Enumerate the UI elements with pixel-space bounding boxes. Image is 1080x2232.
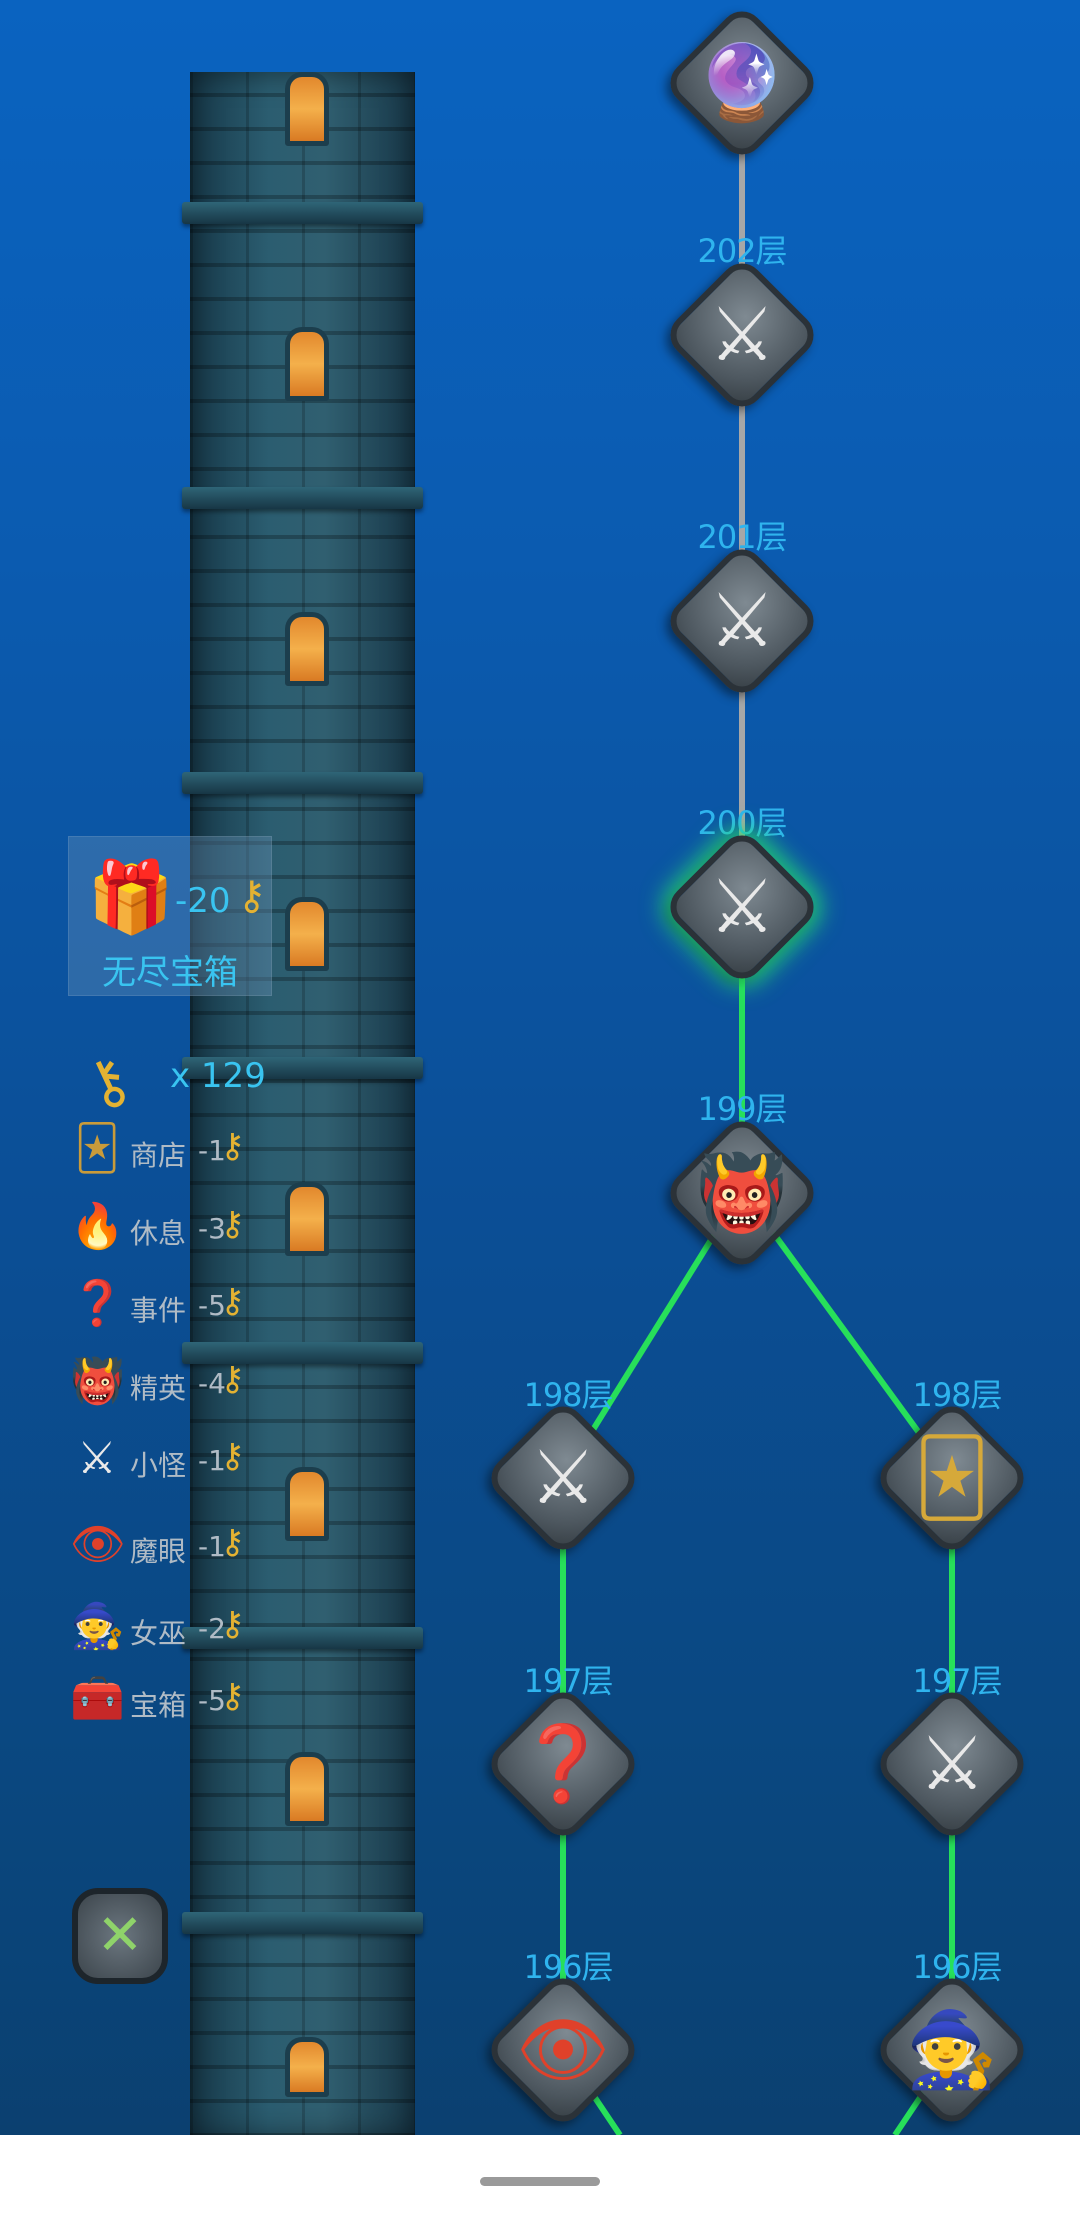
legend-item-event: ❓ 事件 -5 ⚷	[70, 1277, 270, 1337]
legend-item-monster: ⚔ 小怪 -1 ⚷	[70, 1432, 270, 1492]
legend-label: 商店	[130, 1139, 187, 1172]
magic-eye-icon: 👁	[70, 1519, 126, 1570]
key-icon: ⚷	[220, 1522, 245, 1562]
crossed-swords-icon: ⚔	[708, 578, 776, 664]
shop-icon: 🃏	[74, 1123, 120, 1174]
gift-icon: 🎁	[87, 856, 175, 938]
map-node-198-right[interactable]: 🃏	[867, 1393, 1037, 1563]
elite-icon: 👹	[70, 1356, 125, 1407]
chest-icon: 🧰	[70, 1673, 125, 1724]
legend-item-rest: 🔥 休息 -3 ⚷	[70, 1200, 270, 1260]
map-node-199[interactable]: 👹	[657, 1108, 827, 1278]
rest-icon: 🔥	[70, 1201, 125, 1252]
magic-eye-icon: 👁	[516, 2007, 610, 2093]
map-node-200[interactable]: ⚔	[657, 822, 827, 992]
map-node-201[interactable]: ⚔	[657, 536, 827, 706]
map-node-198-left[interactable]: ⚔	[478, 1393, 648, 1563]
legend-label: 魔眼	[130, 1535, 187, 1568]
close-icon: ✕	[96, 1903, 144, 1968]
witch-hat-icon: 🧙	[905, 2007, 999, 2093]
map-node-196-left[interactable]: 👁	[478, 1965, 648, 2135]
legend-label: 精英	[130, 1372, 187, 1405]
legend-label: 休息	[130, 1217, 187, 1250]
key-icon: ⚷	[220, 1359, 245, 1399]
witch-icon: 🔮	[695, 40, 789, 126]
legend-item-elite: 👹 精英 -4 ⚷	[70, 1355, 270, 1415]
crossed-swords-icon: ⚔	[918, 1721, 986, 1807]
key-icon: ⚷	[220, 1436, 245, 1476]
legend-item-shop: 🃏 商店 -1 ⚷	[70, 1122, 270, 1182]
map-node-196-right[interactable]: 🧙	[867, 1965, 1037, 2135]
shop-cards-icon: 🃏	[914, 1435, 990, 1521]
legend-label: 宝箱	[130, 1689, 187, 1722]
legend-item-chest: 🧰 宝箱 -5 ⚷	[70, 1672, 270, 1732]
event-icon: ❓	[70, 1278, 125, 1329]
map-node-202[interactable]: ⚔	[657, 250, 827, 420]
monster-icon: ⚔	[77, 1433, 117, 1484]
witch-icon: 🧙	[70, 1601, 125, 1652]
close-button[interactable]: ✕	[72, 1888, 168, 1984]
legend-label: 小怪	[130, 1449, 187, 1482]
event-pot-icon: ❓	[516, 1721, 610, 1807]
chest-cost: -20	[175, 881, 231, 921]
key-icon: ⚷	[220, 1676, 245, 1716]
map-node-197-left[interactable]: ❓	[478, 1679, 648, 1849]
key-icon: ⚷	[220, 1281, 245, 1321]
elite-demon-icon: 👹	[695, 1150, 789, 1236]
key-count: x 129	[170, 1056, 266, 1096]
map-node-197-right[interactable]: ⚔	[867, 1679, 1037, 1849]
key-icon: ⚷	[220, 1204, 245, 1244]
crossed-swords-icon: ⚔	[529, 1435, 597, 1521]
key-icon: ⚷	[220, 1604, 245, 1644]
legend-item-witch: 🧙 女巫 -2 ⚷	[70, 1600, 270, 1660]
crossed-swords-icon: ⚔	[708, 864, 776, 950]
crossed-swords-icon: ⚔	[708, 292, 776, 378]
home-handle[interactable]	[480, 2177, 600, 2186]
legend-item-magic-eye: 👁 魔眼 -1 ⚷	[70, 1518, 270, 1578]
legend-label: 女巫	[130, 1617, 187, 1650]
key-icon: ⚷	[220, 1126, 245, 1166]
system-nav-bar	[0, 2135, 1080, 2232]
legend-label: 事件	[130, 1294, 187, 1327]
endless-chest-button[interactable]: 🎁 -20 ⚷ 无尽宝箱	[68, 836, 272, 996]
map-node-top[interactable]: 🔮	[657, 0, 827, 168]
chest-label: 无尽宝箱	[102, 953, 238, 993]
key-icon: ⚷	[237, 873, 267, 919]
